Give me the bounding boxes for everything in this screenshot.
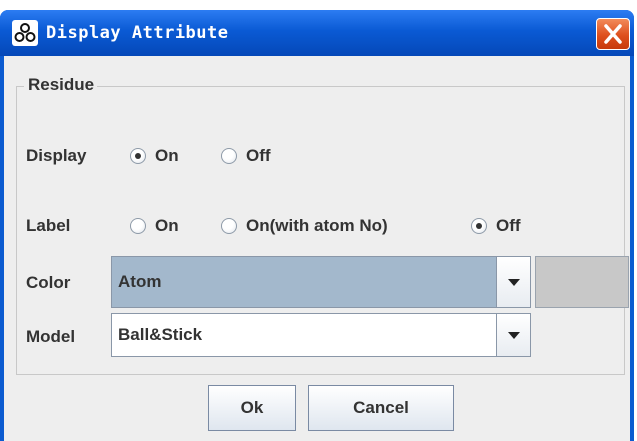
window-title: Display Attribute bbox=[46, 23, 229, 43]
app-icon bbox=[12, 20, 38, 46]
display-on-radio[interactable]: On bbox=[130, 145, 179, 167]
radio-unselected-icon bbox=[130, 218, 146, 234]
cancel-button[interactable]: Cancel bbox=[308, 385, 454, 431]
dialog-content: Residue Display On Off Label On On(with … bbox=[4, 56, 630, 441]
radio-selected-icon bbox=[471, 218, 487, 234]
group-title: Residue bbox=[24, 74, 98, 96]
radio-label: On(with atom No) bbox=[246, 216, 388, 235]
close-icon bbox=[604, 24, 622, 44]
combo-value: Ball&Stick bbox=[118, 325, 203, 344]
radio-label: Off bbox=[496, 216, 521, 235]
label-on-radio[interactable]: On bbox=[130, 215, 179, 237]
radio-label: On bbox=[155, 216, 179, 235]
radio-unselected-icon bbox=[221, 218, 237, 234]
radio-label: On bbox=[155, 146, 179, 165]
radio-label: Off bbox=[246, 146, 271, 165]
chevron-down-icon[interactable] bbox=[496, 257, 530, 307]
color-label: Color bbox=[26, 273, 71, 292]
ok-button[interactable]: Ok bbox=[208, 385, 296, 431]
label-row-label: Label bbox=[26, 216, 71, 235]
color-swatch[interactable] bbox=[535, 256, 629, 308]
title-bar[interactable]: Display Attribute bbox=[0, 10, 634, 56]
close-button[interactable] bbox=[596, 18, 630, 50]
radio-unselected-icon bbox=[221, 148, 237, 164]
dialog-window: Display Attribute Residue Display On Off… bbox=[0, 10, 634, 441]
color-combo[interactable]: Atom bbox=[111, 256, 531, 308]
display-off-radio[interactable]: Off bbox=[221, 145, 271, 167]
model-label: Model bbox=[26, 327, 76, 346]
label-off-radio[interactable]: Off bbox=[471, 215, 521, 237]
model-combo[interactable]: Ball&Stick bbox=[111, 313, 531, 357]
label-on-with-atom-no-radio[interactable]: On(with atom No) bbox=[221, 215, 388, 237]
chevron-down-icon[interactable] bbox=[496, 314, 530, 356]
combo-value: Atom bbox=[118, 272, 162, 291]
display-label: Display bbox=[26, 146, 87, 165]
radio-selected-icon bbox=[130, 148, 146, 164]
